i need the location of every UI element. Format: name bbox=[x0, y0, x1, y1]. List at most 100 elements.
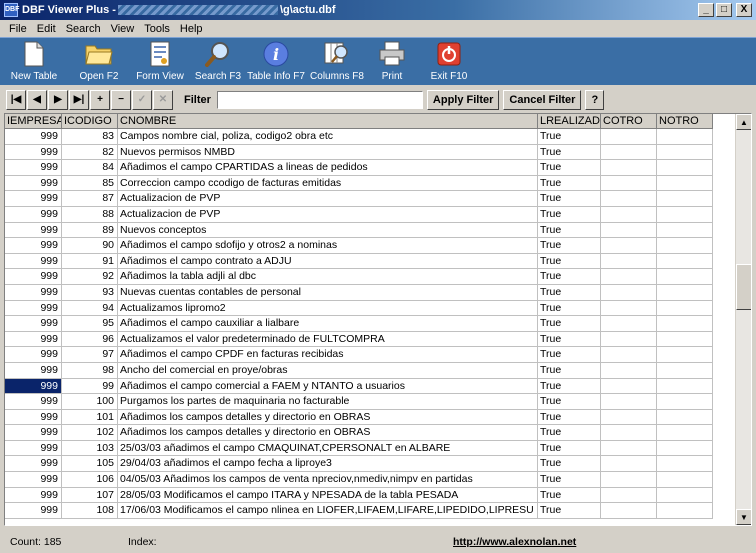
table-cell[interactable] bbox=[657, 503, 713, 519]
table-cell[interactable]: 999 bbox=[5, 300, 62, 317]
table-cell[interactable]: 29/04/03 añadimos el campo fecha a lipro… bbox=[118, 456, 538, 473]
table-cell[interactable]: Añadimos la tabla adjli al dbc bbox=[118, 269, 538, 285]
table-row[interactable]: 999 105 29/04/03 añadimos el campo fecha a… bbox=[5, 456, 713, 473]
table-cell[interactable]: True bbox=[538, 456, 601, 473]
column-header-lrealizado[interactable]: LREALIZADO bbox=[538, 114, 601, 129]
table-cell[interactable] bbox=[601, 331, 657, 348]
table-cell[interactable]: 84 bbox=[62, 160, 118, 176]
prev-record-button[interactable]: ◀ bbox=[27, 89, 47, 110]
column-header-notro[interactable]: NOTRO bbox=[657, 114, 713, 129]
table-cell[interactable]: True bbox=[538, 160, 601, 176]
table-cell[interactable]: 97 bbox=[62, 347, 118, 363]
table-row[interactable]: 999 99 Añadimos el campo comercial a FAEM … bbox=[5, 378, 713, 395]
table-cell[interactable] bbox=[657, 269, 713, 285]
table-cell[interactable] bbox=[657, 409, 713, 426]
table-cell[interactable] bbox=[601, 347, 657, 363]
table-row[interactable]: 999 97 Añadimos el campo CPDF en facturas … bbox=[5, 347, 713, 363]
table-cell[interactable]: Añadimos el campo CPARTIDAS a lineas de … bbox=[118, 160, 538, 176]
scroll-up-icon[interactable]: ▲ bbox=[736, 114, 751, 130]
table-row[interactable]: 999 92 Añadimos la tabla adjli al dbc True bbox=[5, 269, 713, 285]
table-cell[interactable]: 999 bbox=[5, 284, 62, 301]
table-cell[interactable]: True bbox=[538, 409, 601, 426]
table-cell[interactable] bbox=[657, 284, 713, 301]
menu-file[interactable]: File bbox=[4, 23, 32, 35]
table-cell[interactable]: 82 bbox=[62, 144, 118, 161]
table-cell[interactable]: Añadimos el campo contrato a ADJU bbox=[118, 253, 538, 270]
table-row[interactable]: 999 87 Actualizacion de PVP True bbox=[5, 191, 713, 207]
table-cell[interactable]: True bbox=[538, 129, 601, 145]
table-cell[interactable] bbox=[657, 472, 713, 488]
table-cell[interactable]: 96 bbox=[62, 331, 118, 348]
table-cell[interactable] bbox=[657, 160, 713, 176]
table-cell[interactable] bbox=[601, 378, 657, 395]
table-cell[interactable] bbox=[657, 394, 713, 410]
table-cell[interactable]: True bbox=[538, 222, 601, 239]
table-row[interactable]: 999 107 28/05/03 Modificamos el campo ITAR… bbox=[5, 487, 713, 504]
post-edit-button[interactable]: ✓ bbox=[132, 89, 152, 110]
menu-view[interactable]: View bbox=[106, 23, 140, 35]
table-cell[interactable]: True bbox=[538, 503, 601, 519]
maximize-button[interactable]: □ bbox=[716, 3, 732, 17]
table-cell[interactable]: True bbox=[538, 440, 601, 457]
table-row[interactable]: 999 94 Actualizamos lipromo2 True bbox=[5, 300, 713, 317]
table-cell[interactable]: 999 bbox=[5, 487, 62, 504]
column-header-cotro[interactable]: COTRO bbox=[601, 114, 657, 129]
table-cell[interactable]: Campos nombre cial, poliza, codigo2 obra… bbox=[118, 129, 538, 145]
table-cell[interactable]: 999 bbox=[5, 440, 62, 457]
table-cell[interactable]: True bbox=[538, 175, 601, 192]
table-cell[interactable]: 999 bbox=[5, 191, 62, 207]
table-cell[interactable] bbox=[657, 238, 713, 254]
table-cell[interactable]: 98 bbox=[62, 362, 118, 379]
table-cell[interactable] bbox=[657, 316, 713, 332]
table-cell[interactable]: True bbox=[538, 472, 601, 488]
apply-filter-button[interactable]: Apply Filter bbox=[426, 89, 500, 110]
table-cell[interactable] bbox=[601, 456, 657, 473]
table-cell[interactable]: 102 bbox=[62, 425, 118, 441]
table-cell[interactable]: 107 bbox=[62, 487, 118, 504]
table-cell[interactable] bbox=[657, 347, 713, 363]
table-cell[interactable] bbox=[657, 362, 713, 379]
columns-button[interactable]: Columns F8 bbox=[306, 38, 368, 86]
table-cell[interactable] bbox=[601, 238, 657, 254]
table-info-button[interactable]: i Table Info F7 bbox=[246, 38, 306, 86]
filter-input[interactable] bbox=[216, 90, 423, 109]
table-cell[interactable] bbox=[657, 331, 713, 348]
table-cell[interactable]: True bbox=[538, 331, 601, 348]
table-cell[interactable]: True bbox=[538, 238, 601, 254]
table-cell[interactable]: True bbox=[538, 378, 601, 395]
table-cell[interactable]: Nuevas cuentas contables de personal bbox=[118, 284, 538, 301]
exit-button[interactable]: Exit F10 bbox=[416, 38, 482, 86]
table-cell[interactable] bbox=[657, 425, 713, 441]
table-cell[interactable] bbox=[601, 487, 657, 504]
table-cell[interactable]: Actualizamos el valor predeterminado de … bbox=[118, 331, 538, 348]
table-cell[interactable]: 91 bbox=[62, 253, 118, 270]
table-cell[interactable]: True bbox=[538, 191, 601, 207]
table-cell[interactable]: 17/06/03 Modificamos el campo nlinea en … bbox=[118, 503, 538, 519]
table-cell[interactable] bbox=[601, 440, 657, 457]
table-cell[interactable] bbox=[657, 440, 713, 457]
table-cell[interactable]: True bbox=[538, 316, 601, 332]
table-cell[interactable] bbox=[657, 206, 713, 223]
table-cell[interactable]: 92 bbox=[62, 269, 118, 285]
table-cell[interactable]: 106 bbox=[62, 472, 118, 488]
table-cell[interactable]: Añadimos los campos detalles y directori… bbox=[118, 409, 538, 426]
table-cell[interactable]: 999 bbox=[5, 253, 62, 270]
table-row[interactable]: 999 100 Purgamos los partes de maquinaria … bbox=[5, 394, 713, 410]
table-cell[interactable]: True bbox=[538, 206, 601, 223]
table-cell[interactable]: 999 bbox=[5, 456, 62, 473]
table-cell[interactable]: 85 bbox=[62, 175, 118, 192]
table-cell[interactable]: True bbox=[538, 284, 601, 301]
table-cell[interactable]: True bbox=[538, 253, 601, 270]
table-cell[interactable]: 999 bbox=[5, 144, 62, 161]
table-cell[interactable]: 999 bbox=[5, 472, 62, 488]
table-cell[interactable]: 28/05/03 Modificamos el campo ITARA y NP… bbox=[118, 487, 538, 504]
table-cell[interactable]: True bbox=[538, 347, 601, 363]
table-cell[interactable] bbox=[601, 394, 657, 410]
table-row[interactable]: 999 96 Actualizamos el valor predeterminad… bbox=[5, 331, 713, 348]
column-header-icodigo[interactable]: ICODIGO bbox=[62, 114, 118, 129]
table-cell[interactable]: Actualizacion de PVP bbox=[118, 191, 538, 207]
table-row[interactable]: 999 106 04/05/03 Añadimos los campos de ve… bbox=[5, 472, 713, 488]
table-cell[interactable]: 999 bbox=[5, 160, 62, 176]
table-cell[interactable]: True bbox=[538, 394, 601, 410]
table-cell[interactable] bbox=[601, 503, 657, 519]
